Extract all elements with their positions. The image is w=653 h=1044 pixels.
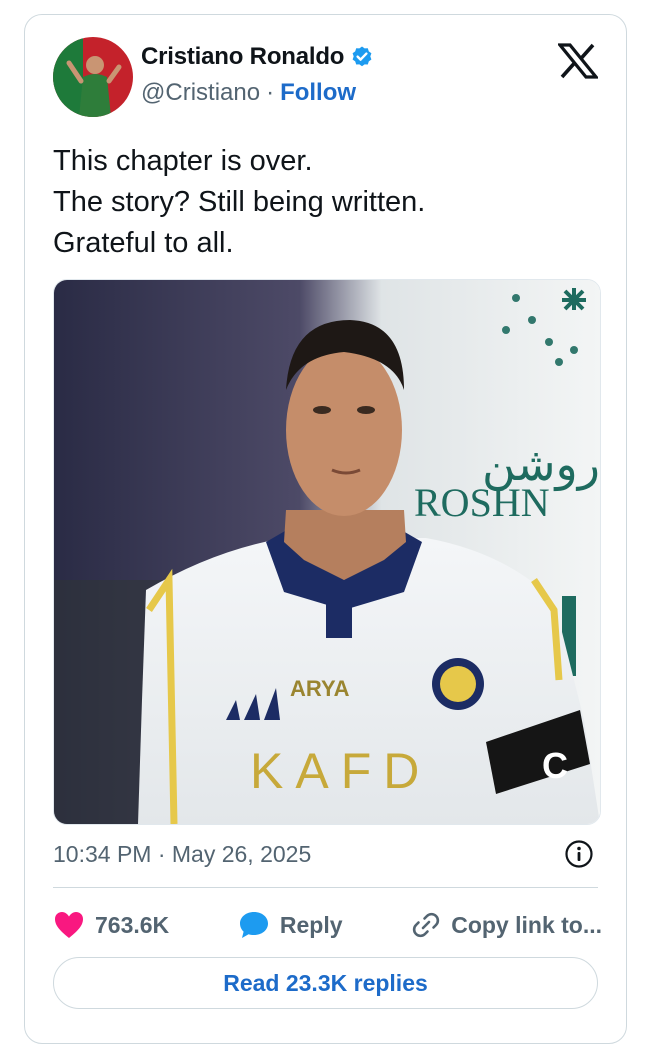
copy-link-button[interactable]: Copy link to... xyxy=(411,910,602,940)
reply-button[interactable]: Reply xyxy=(238,910,343,940)
action-bar: 763.6K Reply Copy link to... xyxy=(53,903,602,947)
shirt-sponsor: KAFD xyxy=(250,743,431,799)
avatar[interactable] xyxy=(53,37,133,117)
heart-icon xyxy=(53,910,85,940)
read-replies-button[interactable]: Read 23.3K replies xyxy=(53,957,598,1009)
x-logo-icon[interactable] xyxy=(556,43,600,79)
copy-link-label: Copy link to... xyxy=(451,911,602,938)
info-icon[interactable] xyxy=(564,839,594,869)
like-button[interactable]: 763.6K xyxy=(53,910,169,940)
tweet-timestamp[interactable]: 10:34 PM · May 26, 2025 xyxy=(53,841,311,868)
tweet-photo[interactable]: روشن ROSHN ARYA KAFD C xyxy=(53,279,601,825)
separator-dot: · xyxy=(266,79,275,106)
armband-letter: C xyxy=(542,745,568,786)
tweet-text: This chapter is over. The story? Still b… xyxy=(53,141,603,264)
tweet-text-line: Grateful to all. xyxy=(53,227,234,259)
banner-text: ROSHN xyxy=(414,480,550,525)
author-name-row[interactable]: Cristiano Ronaldo xyxy=(141,43,374,71)
author-handle[interactable]: @Cristiano xyxy=(141,79,260,107)
tweet-text-line: This chapter is over. xyxy=(53,145,313,177)
author-handle-row: @Cristiano · Follow xyxy=(141,79,356,107)
reply-bubble-icon xyxy=(238,910,270,940)
shirt-brand: ARYA xyxy=(290,676,350,701)
tweet-text-line: The story? Still being written. xyxy=(53,186,426,218)
divider xyxy=(53,887,598,888)
link-icon xyxy=(411,910,441,940)
author-display-name[interactable]: Cristiano Ronaldo xyxy=(141,43,344,71)
reply-label: Reply xyxy=(279,911,343,938)
follow-button[interactable]: Follow xyxy=(280,79,356,107)
like-count: 763.6K xyxy=(95,911,170,938)
verified-badge-icon xyxy=(350,45,374,69)
tweet-card: Cristiano Ronaldo @Cristiano · Follow Th… xyxy=(24,14,627,1044)
